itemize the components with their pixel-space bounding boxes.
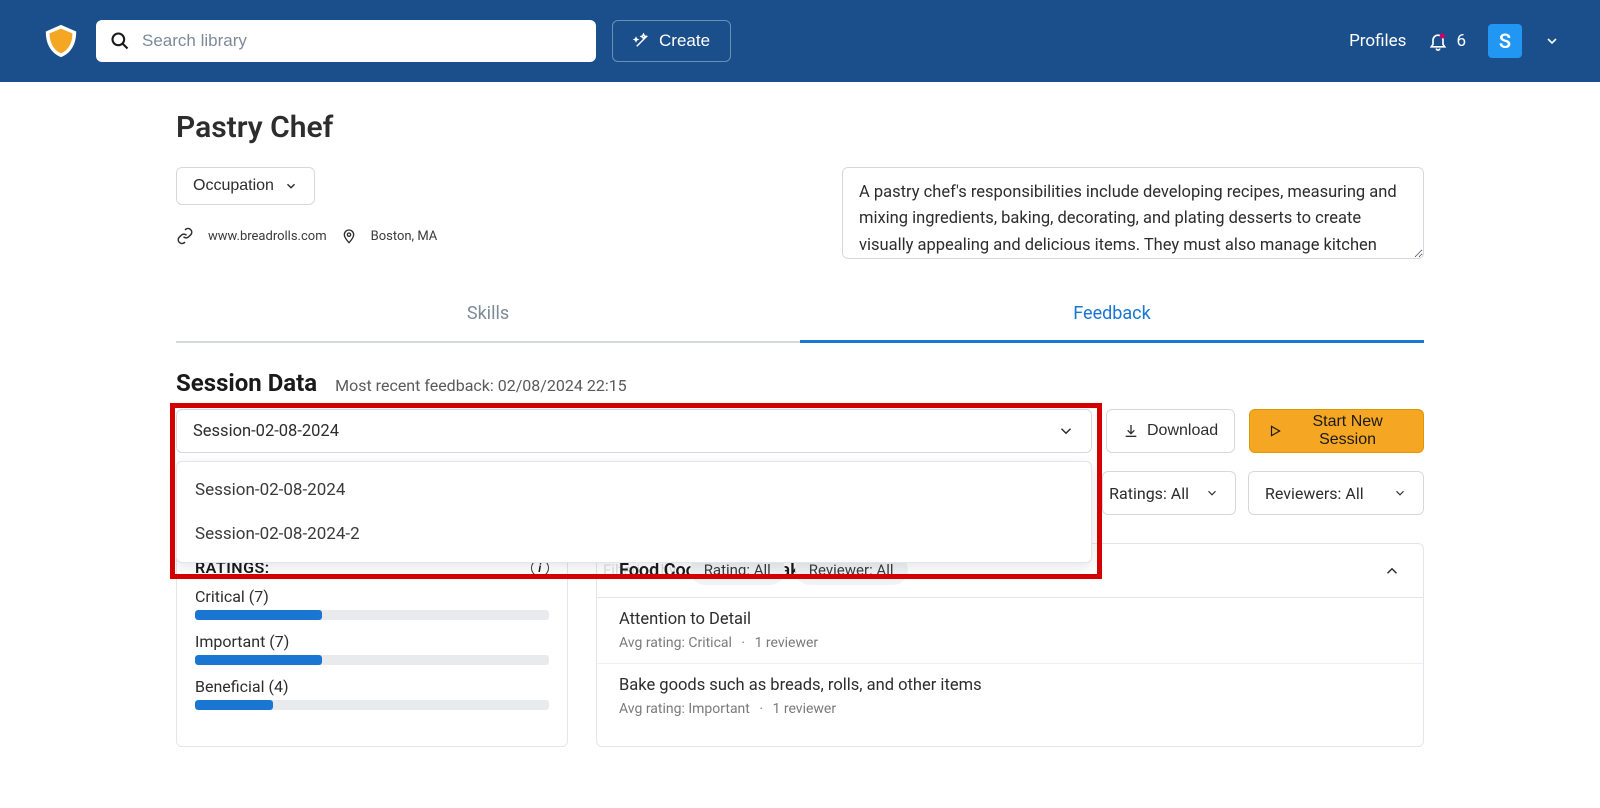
reviewers-filter-label: Reviewers: All <box>1265 484 1364 503</box>
skill-avg: Avg rating: Critical <box>619 635 732 651</box>
session-option[interactable]: Session-02-08-2024 <box>177 468 1091 512</box>
skill-reviewers: 1 reviewer <box>755 635 819 651</box>
website-text[interactable]: www.breadrolls.com <box>208 229 327 244</box>
avatar-initial: S <box>1499 29 1511 53</box>
occupation-label: Occupation <box>193 177 274 195</box>
location-icon <box>341 228 357 244</box>
rating-label: Critical (7) <box>195 587 549 606</box>
reviewers-filter-select[interactable]: Reviewers: All <box>1248 471 1424 515</box>
ratings-filter-label: Ratings: All <box>1109 484 1189 503</box>
skill-avg: Avg rating: Important <box>619 701 750 717</box>
skill-name: Attention to Detail <box>619 610 1401 629</box>
description-textarea[interactable]: A pastry chef's responsibilities include… <box>842 167 1424 259</box>
search-box[interactable] <box>96 20 596 62</box>
app-logo <box>42 22 80 60</box>
rating-label: Important (7) <box>195 632 549 651</box>
skill-item[interactable]: Bake goods such as breads, rolls, and ot… <box>597 664 1423 729</box>
start-session-label: Start New Session <box>1290 413 1405 449</box>
top-navbar: Create Profiles 6 S <box>0 0 1600 82</box>
notification-count: 6 <box>1456 31 1466 51</box>
account-menu-toggle[interactable] <box>1544 33 1560 49</box>
tab-feedback[interactable]: Feedback <box>800 287 1424 343</box>
search-icon <box>110 31 130 51</box>
profile-meta-row: Occupation www.breadrolls.com Bosto <box>176 167 1424 259</box>
skill-reviewers: 1 reviewer <box>773 701 837 717</box>
chevron-down-icon <box>1393 486 1407 500</box>
description-text: A pastry chef's responsibilities include… <box>859 183 1397 255</box>
skill-meta: Avg rating: Important 1 reviewer <box>619 701 1401 717</box>
session-select-value: Session-02-08-2024 <box>193 422 339 441</box>
skill-meta: Avg rating: Critical 1 reviewer <box>619 635 1401 651</box>
chevron-up-icon <box>1383 562 1401 580</box>
session-dropdown-menu: Session-02-08-2024 Session-02-08-2024-2 <box>176 461 1092 563</box>
rating-row: Critical (7) <box>195 587 549 620</box>
page-title: Pastry Chef <box>176 110 1424 145</box>
skill-item[interactable]: Attention to Detail Avg rating: Critical… <box>597 598 1423 664</box>
session-data-heading: Session Data <box>176 369 317 397</box>
session-select[interactable]: Session-02-08-2024 <box>176 409 1092 453</box>
session-option[interactable]: Session-02-08-2024-2 <box>177 512 1091 556</box>
create-button[interactable]: Create <box>612 20 731 62</box>
session-data-header: Session Data Most recent feedback: 02/08… <box>176 369 1424 397</box>
location-text: Boston, MA <box>371 229 438 244</box>
download-icon <box>1123 423 1139 439</box>
skill-name: Bake goods such as breads, rolls, and ot… <box>619 676 1401 695</box>
wand-icon <box>633 32 651 50</box>
nav-right: Profiles 6 S <box>1349 24 1560 58</box>
chevron-down-icon <box>1205 486 1219 500</box>
bell-icon <box>1428 31 1448 51</box>
session-controls-row: Session-02-08-2024 Session-02-08-2024 Se… <box>176 409 1424 453</box>
most-recent-feedback: Most recent feedback: 02/08/2024 22:15 <box>335 376 627 395</box>
profile-left-meta: Occupation www.breadrolls.com Bosto <box>176 167 437 245</box>
start-new-session-button[interactable]: Start New Session <box>1249 409 1424 453</box>
separator-dot <box>753 701 769 717</box>
notifications-button[interactable]: 6 <box>1428 31 1466 51</box>
tabs-bar: Skills Feedback <box>176 287 1424 343</box>
rating-bar <box>195 610 549 620</box>
rating-bar <box>195 700 549 710</box>
download-button[interactable]: Download <box>1106 409 1235 453</box>
rating-label: Beneficial (4) <box>195 677 549 696</box>
avatar[interactable]: S <box>1488 24 1522 58</box>
tab-skills[interactable]: Skills <box>176 287 800 343</box>
rating-bar <box>195 655 549 665</box>
occupation-dropdown[interactable]: Occupation <box>176 167 315 205</box>
rating-row: Beneficial (4) <box>195 677 549 710</box>
filtering-by-label: Filtering by: <box>603 561 680 579</box>
chevron-down-icon <box>284 179 298 193</box>
ratings-filter-select[interactable]: Ratings: All <box>1102 471 1236 515</box>
play-icon <box>1268 424 1282 438</box>
download-label: Download <box>1147 422 1218 440</box>
profile-links-row: www.breadrolls.com Boston, MA <box>176 227 437 245</box>
search-input[interactable] <box>142 31 582 51</box>
main-content: Pastry Chef Occupation www.breadrolls.co… <box>0 82 1600 747</box>
profiles-link[interactable]: Profiles <box>1349 31 1406 51</box>
chevron-down-icon <box>1057 422 1075 440</box>
rating-row: Important (7) <box>195 632 549 665</box>
ratings-panel: RATINGS: i Critical (7) Important (7) Be… <box>176 543 568 747</box>
create-label: Create <box>659 31 710 51</box>
link-icon <box>176 227 194 245</box>
separator-dot <box>735 635 751 651</box>
